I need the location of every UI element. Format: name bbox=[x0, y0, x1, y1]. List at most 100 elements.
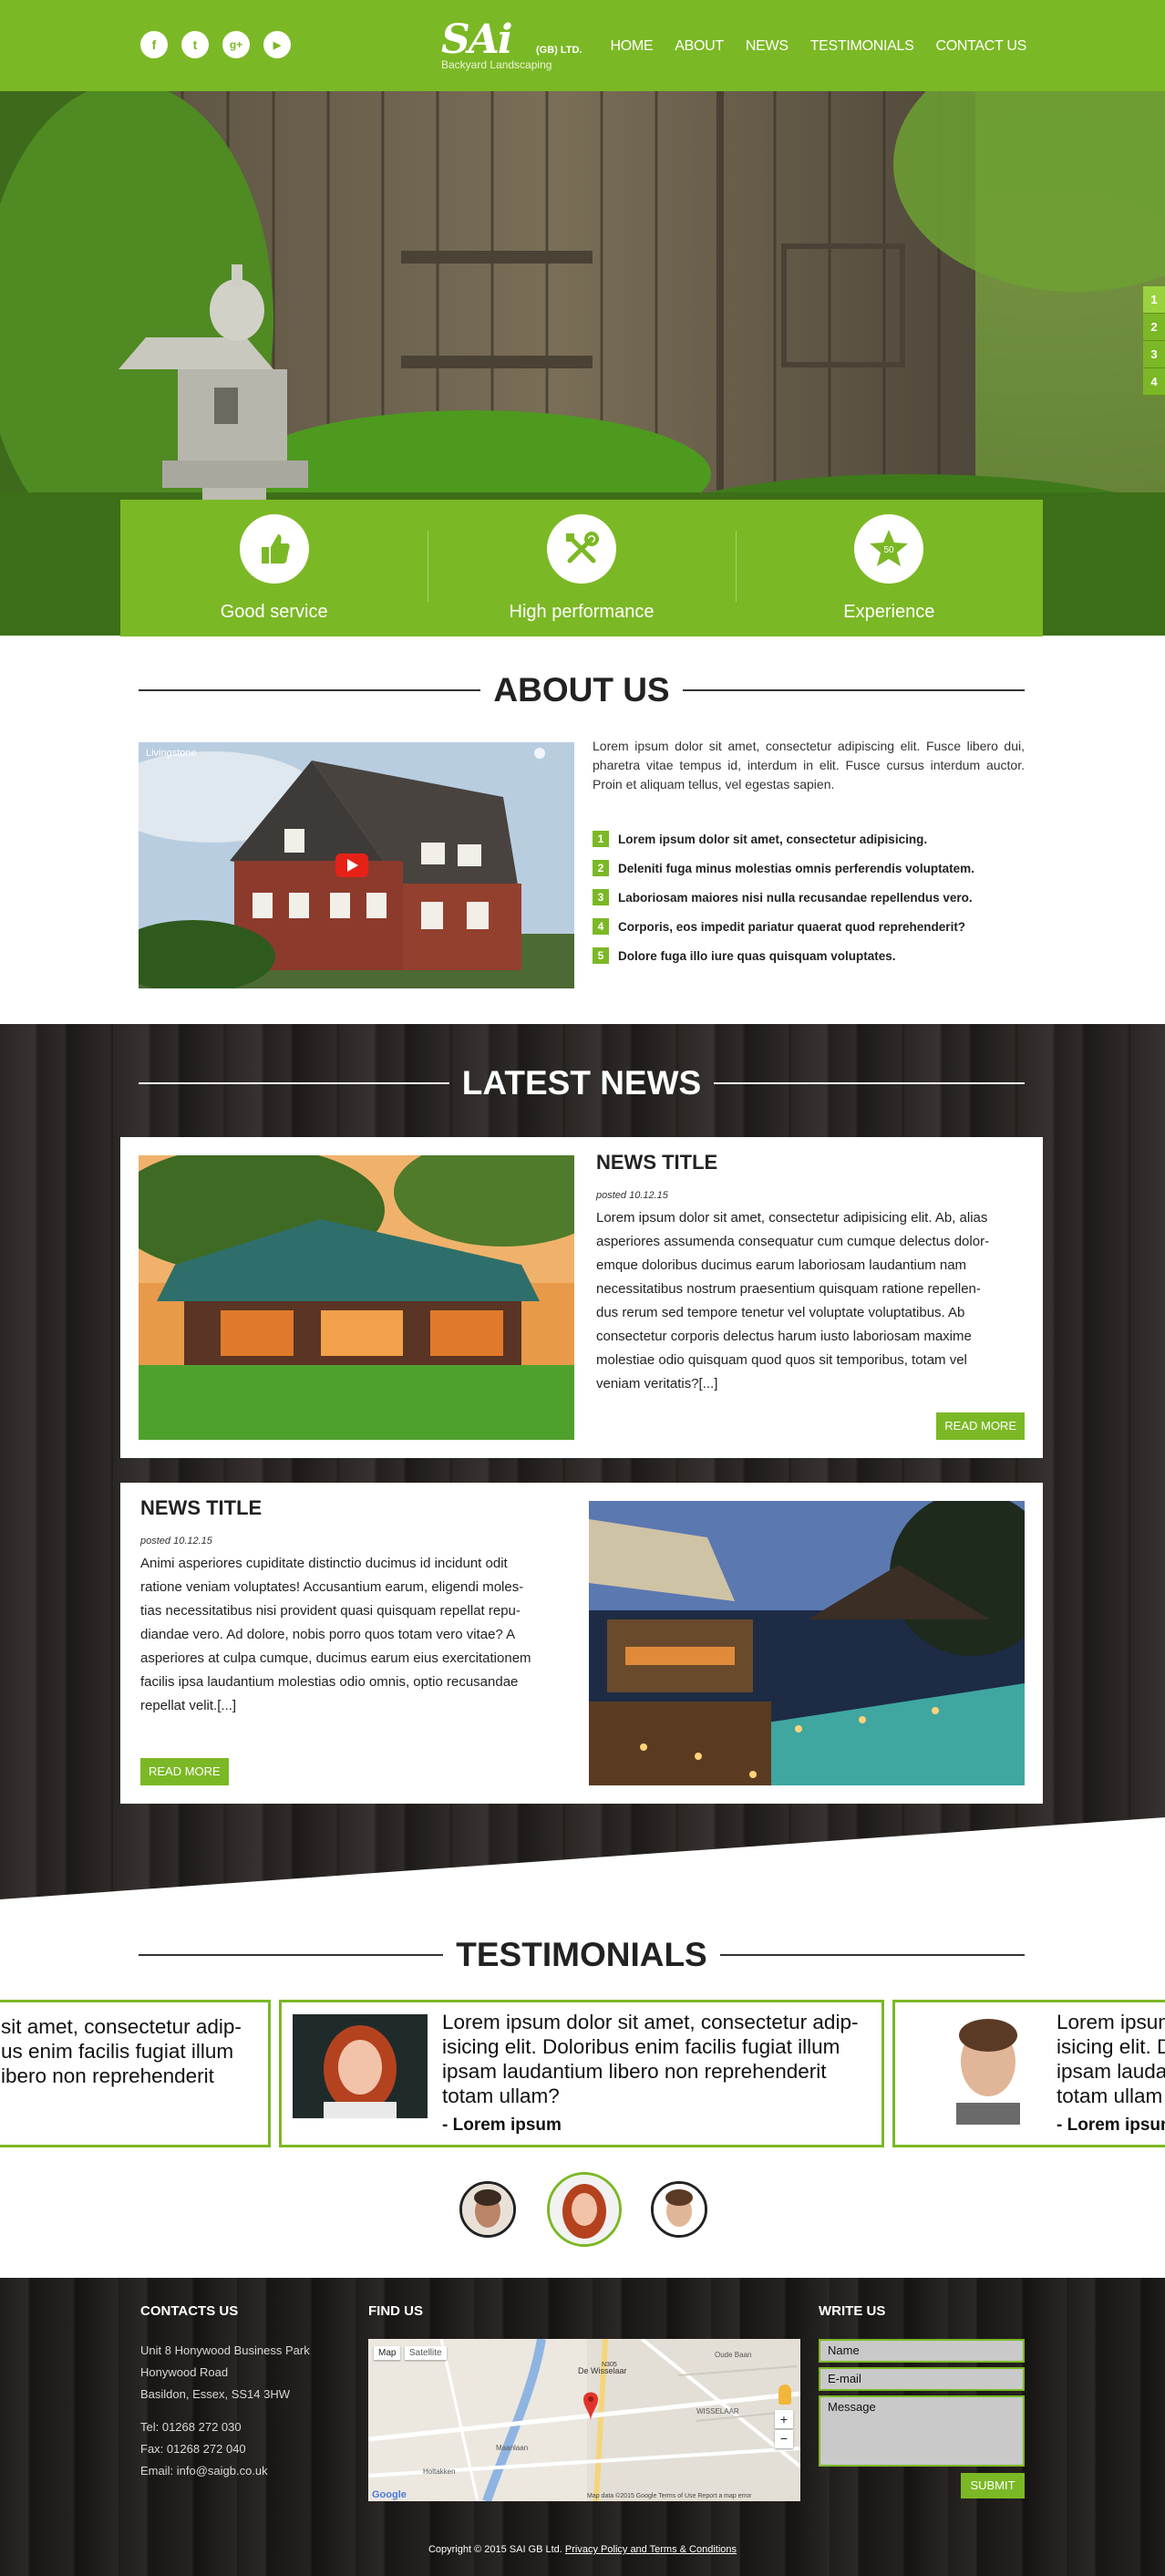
svg-text:Map data ©2015 Google Terms: Map data ©2015 Google Terms of Use Repor… bbox=[587, 2492, 752, 2499]
feature-label: Experience bbox=[843, 602, 935, 622]
testimonial-photo bbox=[293, 2014, 428, 2118]
testimonial-author: - Lorem ipsum bbox=[442, 2116, 562, 2135]
logo-ltd: (GB) LTD. bbox=[536, 45, 582, 56]
feature-label: High performance bbox=[509, 602, 655, 622]
testimonials-title: TESTIMONIALS bbox=[456, 1936, 707, 1973]
privacy-policy-link[interactable]: Privacy Policy and Terms & Conditions bbox=[565, 2544, 737, 2555]
testimonial-card-active: Lorem ipsum dolor sit amet, consectetur … bbox=[279, 2000, 884, 2147]
news-heading: LATEST NEWS bbox=[139, 1063, 1026, 1103]
about-list: 1 Lorem ipsum dolor sit amet, consectetur… bbox=[593, 824, 1025, 970]
twitter-icon[interactable]: t bbox=[181, 31, 209, 58]
logo-tagline: Backyard Landscaping bbox=[441, 58, 552, 71]
pegman-icon[interactable] bbox=[778, 2385, 791, 2405]
list-item: 3 Laboriosam maiores nisi nulla recusanda… bbox=[593, 883, 1025, 912]
news-title-2[interactable]: NEWS TITLE bbox=[140, 1496, 262, 1520]
write-us-heading: WRITE US bbox=[819, 2303, 886, 2319]
google-map[interactable]: De Wisselaar N305 WISSELAAR Maanlaan Hol… bbox=[368, 2339, 800, 2501]
feature-high-performance: High performance bbox=[428, 500, 735, 636]
star-badge-icon: 50 bbox=[854, 514, 924, 584]
read-more-button[interactable]: READ MORE bbox=[140, 1758, 229, 1785]
slide-dot-4[interactable]: 4 bbox=[1143, 368, 1165, 396]
logo[interactable]: SAi (GB) LTD. Backyard Landscaping bbox=[441, 20, 587, 77]
testimonial-photo bbox=[938, 2012, 1038, 2125]
contacts-fax: Fax: 01268 272 040 bbox=[140, 2442, 246, 2456]
testimonial-thumb-1[interactable] bbox=[459, 2181, 516, 2238]
news-image-1 bbox=[139, 1155, 574, 1440]
svg-text:Google: Google bbox=[372, 2489, 407, 2500]
site-header: f t g+ ▶ SAi (GB) LTD. Backyard Landscap… bbox=[0, 0, 1165, 91]
about-title: ABOUT US bbox=[493, 671, 670, 709]
google-plus-icon[interactable]: g+ bbox=[222, 31, 250, 58]
testimonials-heading: TESTIMONIALS bbox=[139, 1935, 1026, 1975]
contacts-phones: Tel: 01268 272 030 Fax: 01268 272 040 Em… bbox=[140, 2416, 268, 2482]
nav-news[interactable]: NEWS bbox=[746, 38, 789, 55]
house-image bbox=[139, 742, 574, 988]
testimonial-thumb-3[interactable] bbox=[651, 2181, 707, 2238]
map-type-map[interactable]: Map bbox=[374, 2346, 401, 2360]
contacts-tel: Tel: 01268 272 030 bbox=[140, 2420, 242, 2434]
news-card-1: NEWS TITLE posted 10.12.15 Lorem ipsum d… bbox=[120, 1137, 1043, 1458]
feature-experience: 50 Experience bbox=[735, 500, 1043, 636]
nav-contact-us[interactable]: CONTACT US bbox=[935, 38, 1026, 55]
about-intro-text: Lorem ipsum dolor sit amet, consectetur … bbox=[593, 739, 1025, 791]
video-title: Livingstone bbox=[146, 748, 197, 759]
testimonial-thumb-2[interactable] bbox=[547, 2172, 622, 2247]
svg-text:N305: N305 bbox=[602, 2362, 617, 2368]
svg-text:Oude Baan: Oude Baan bbox=[715, 2351, 751, 2359]
thumbs-up-icon bbox=[239, 514, 309, 584]
news-body-2: Animi asperiores cupiditate distinctio d… bbox=[140, 1556, 531, 1713]
news-card-2: NEWS TITLE posted 10.12.15 Animi asperio… bbox=[120, 1483, 1043, 1804]
map-type-satellite[interactable]: Satellite bbox=[405, 2346, 447, 2360]
testimonial-quote: sit amet, consectetur adip-us enim facil… bbox=[1, 2015, 242, 2087]
news-title: LATEST NEWS bbox=[461, 1064, 702, 1102]
main-nav: HOME ABOUT NEWS TESTIMONIALS CONTACT US bbox=[610, 38, 1026, 55]
svg-text:Holtakken: Holtakken bbox=[423, 2467, 456, 2476]
zoom-out-icon[interactable]: − bbox=[775, 2430, 793, 2448]
nav-testimonials[interactable]: TESTIMONIALS bbox=[810, 38, 914, 55]
feature-label: Good service bbox=[220, 602, 328, 622]
name-field[interactable]: Name bbox=[819, 2339, 1025, 2363]
copyright-text: Copyright © 2015 SAI GB Ltd. bbox=[428, 2544, 562, 2555]
slide-dot-1[interactable]: 1 bbox=[1143, 286, 1165, 314]
news-title-1[interactable]: NEWS TITLE bbox=[596, 1151, 717, 1174]
copyright: Copyright © 2015 SAI GB Ltd. Privacy Pol… bbox=[0, 2544, 1165, 2555]
facebook-icon[interactable]: f bbox=[140, 31, 168, 58]
slide-dot-3[interactable]: 3 bbox=[1143, 341, 1165, 368]
tools-icon bbox=[546, 514, 616, 584]
news-date-1: posted 10.12.15 bbox=[596, 1190, 668, 1201]
nav-about[interactable]: ABOUT bbox=[675, 38, 724, 55]
testimonial-quote: Lorem ipsum dolor sit amet, consectetur … bbox=[442, 2011, 859, 2107]
section-diagonal-divider bbox=[0, 1817, 1165, 1918]
read-more-button[interactable]: READ MORE bbox=[936, 1412, 1025, 1440]
list-item: 4 Corporis, eos impedit pariatur quaerat … bbox=[593, 912, 1025, 941]
testimonial-quote: Lorem ipsum isicing elit. Dipsam lauda tot… bbox=[1057, 2011, 1165, 2107]
nav-home[interactable]: HOME bbox=[610, 38, 653, 55]
contacts-heading: CONTACTS US bbox=[140, 2303, 239, 2319]
about-heading: ABOUT US bbox=[139, 670, 1026, 710]
zoom-in-icon[interactable]: + bbox=[775, 2410, 793, 2428]
testimonial-author: - Lorem ipsum bbox=[1057, 2116, 1165, 2135]
feature-strip: Good service High performance 50 Experie… bbox=[120, 500, 1043, 636]
svg-text:WISSELAAR: WISSELAAR bbox=[696, 2407, 739, 2416]
news-date-2: posted 10.12.15 bbox=[140, 1536, 212, 1547]
about-video[interactable]: Livingstone bbox=[139, 742, 574, 988]
svg-text:50: 50 bbox=[884, 545, 895, 555]
list-item: 5 Dolore fuga illo iure quas quisquam vol… bbox=[593, 941, 1025, 970]
find-us-heading: FIND US bbox=[368, 2303, 423, 2319]
list-item: 1 Lorem ipsum dolor sit amet, consectetur… bbox=[593, 824, 1025, 853]
testimonial-card-next: Lorem ipsum isicing elit. Dipsam lauda tot… bbox=[892, 2000, 1165, 2147]
testimonial-card-prev: sit amet, consectetur adip-us enim facil… bbox=[0, 2000, 271, 2147]
news-body-1: Lorem ipsum dolor sit amet, consectetur … bbox=[596, 1210, 990, 1391]
list-item: 2 Deleniti fuga minus molestias omnis per… bbox=[593, 853, 1025, 883]
feature-good-service: Good service bbox=[120, 500, 428, 636]
contacts-email[interactable]: Email: info@saigb.co.uk bbox=[140, 2460, 268, 2482]
youtube-icon[interactable]: ▶ bbox=[263, 31, 291, 58]
slide-dot-2[interactable]: 2 bbox=[1143, 314, 1165, 341]
email-field[interactable]: E-mail bbox=[819, 2367, 1025, 2391]
contacts-address: Unit 8 Honywood Business Park Honywood Ro… bbox=[140, 2343, 310, 2401]
news-image-2 bbox=[589, 1501, 1025, 1785]
message-field[interactable]: Message bbox=[819, 2395, 1025, 2467]
slide-pagination: 1 2 3 4 bbox=[1143, 286, 1165, 396]
svg-text:Maanlaan: Maanlaan bbox=[496, 2444, 528, 2452]
submit-button[interactable]: SUBMIT bbox=[961, 2473, 1025, 2498]
